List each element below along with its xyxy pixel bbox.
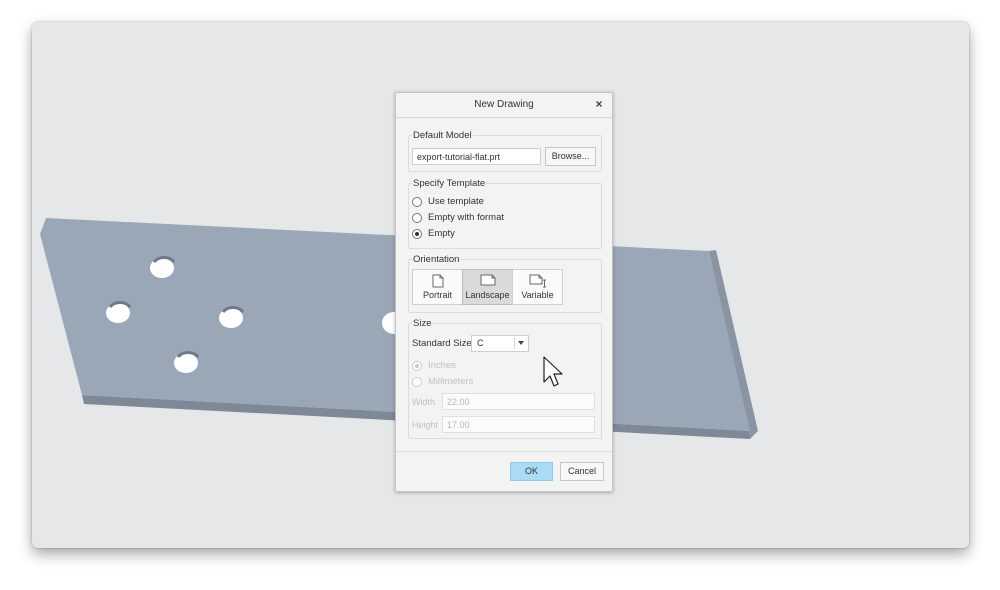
radio-button[interactable] bbox=[412, 229, 422, 239]
mouse-pointer-icon bbox=[543, 356, 563, 387]
width-label: Width bbox=[412, 397, 436, 407]
radio-button[interactable] bbox=[412, 361, 422, 371]
default-model-input[interactable]: export-tutorial-flat.prt bbox=[412, 148, 541, 165]
browse-button[interactable]: Browse... bbox=[545, 147, 596, 166]
size-label: Size bbox=[412, 318, 433, 329]
new-drawing-dialog: New Drawing × Default Model export-tutor… bbox=[395, 92, 613, 492]
radio-button[interactable] bbox=[412, 197, 422, 207]
ok-button[interactable]: OK bbox=[510, 462, 553, 481]
radio-label: Empty with format bbox=[428, 212, 505, 223]
size-group: Size Standard Size C Inches Millimeters … bbox=[406, 317, 602, 439]
orientation-buttons: Portrait Landscape Variable bbox=[412, 269, 564, 305]
orientation-group: Orientation Portrait Landscape Variable bbox=[406, 253, 602, 315]
close-icon[interactable]: × bbox=[592, 97, 606, 111]
radio-label: Use template bbox=[428, 196, 484, 207]
orientation-label: Orientation bbox=[412, 254, 461, 265]
variable-button[interactable]: Variable bbox=[512, 269, 563, 305]
dropdown-divider bbox=[514, 338, 515, 349]
landscape-button[interactable]: Landscape bbox=[462, 269, 513, 305]
default-model-group: Default Model export-tutorial-flat.prt B… bbox=[406, 129, 602, 172]
standard-size-dropdown[interactable]: C bbox=[471, 335, 529, 352]
footer-divider bbox=[396, 451, 612, 452]
portrait-button[interactable]: Portrait bbox=[412, 269, 463, 305]
radio-label: Millimeters bbox=[428, 376, 474, 387]
radio-button[interactable] bbox=[412, 377, 422, 387]
radio-label: Empty bbox=[428, 228, 455, 239]
portrait-icon bbox=[432, 274, 443, 288]
standard-size-value: C bbox=[477, 338, 484, 348]
variable-size-icon bbox=[529, 274, 546, 288]
portrait-label: Portrait bbox=[422, 290, 452, 300]
variable-label: Variable bbox=[521, 290, 554, 300]
radio-label: Inches bbox=[428, 360, 456, 371]
standard-size-label: Standard Size bbox=[412, 338, 472, 349]
template-label: Specify Template bbox=[412, 178, 487, 189]
chevron-down-icon bbox=[518, 341, 524, 345]
cancel-button[interactable]: Cancel bbox=[560, 462, 604, 481]
landscape-label: Landscape bbox=[465, 290, 510, 300]
dialog-title: New Drawing bbox=[474, 99, 534, 110]
height-label: Height bbox=[412, 420, 439, 430]
template-group: Specify Template Use template Empty with… bbox=[406, 177, 602, 249]
dialog-title-bar: New Drawing × bbox=[396, 93, 612, 118]
height-input[interactable]: 17.00 bbox=[442, 416, 595, 433]
radio-button[interactable] bbox=[412, 213, 422, 223]
landscape-icon bbox=[480, 274, 495, 286]
width-input[interactable]: 22.00 bbox=[442, 393, 595, 410]
default-model-label: Default Model bbox=[412, 130, 473, 141]
